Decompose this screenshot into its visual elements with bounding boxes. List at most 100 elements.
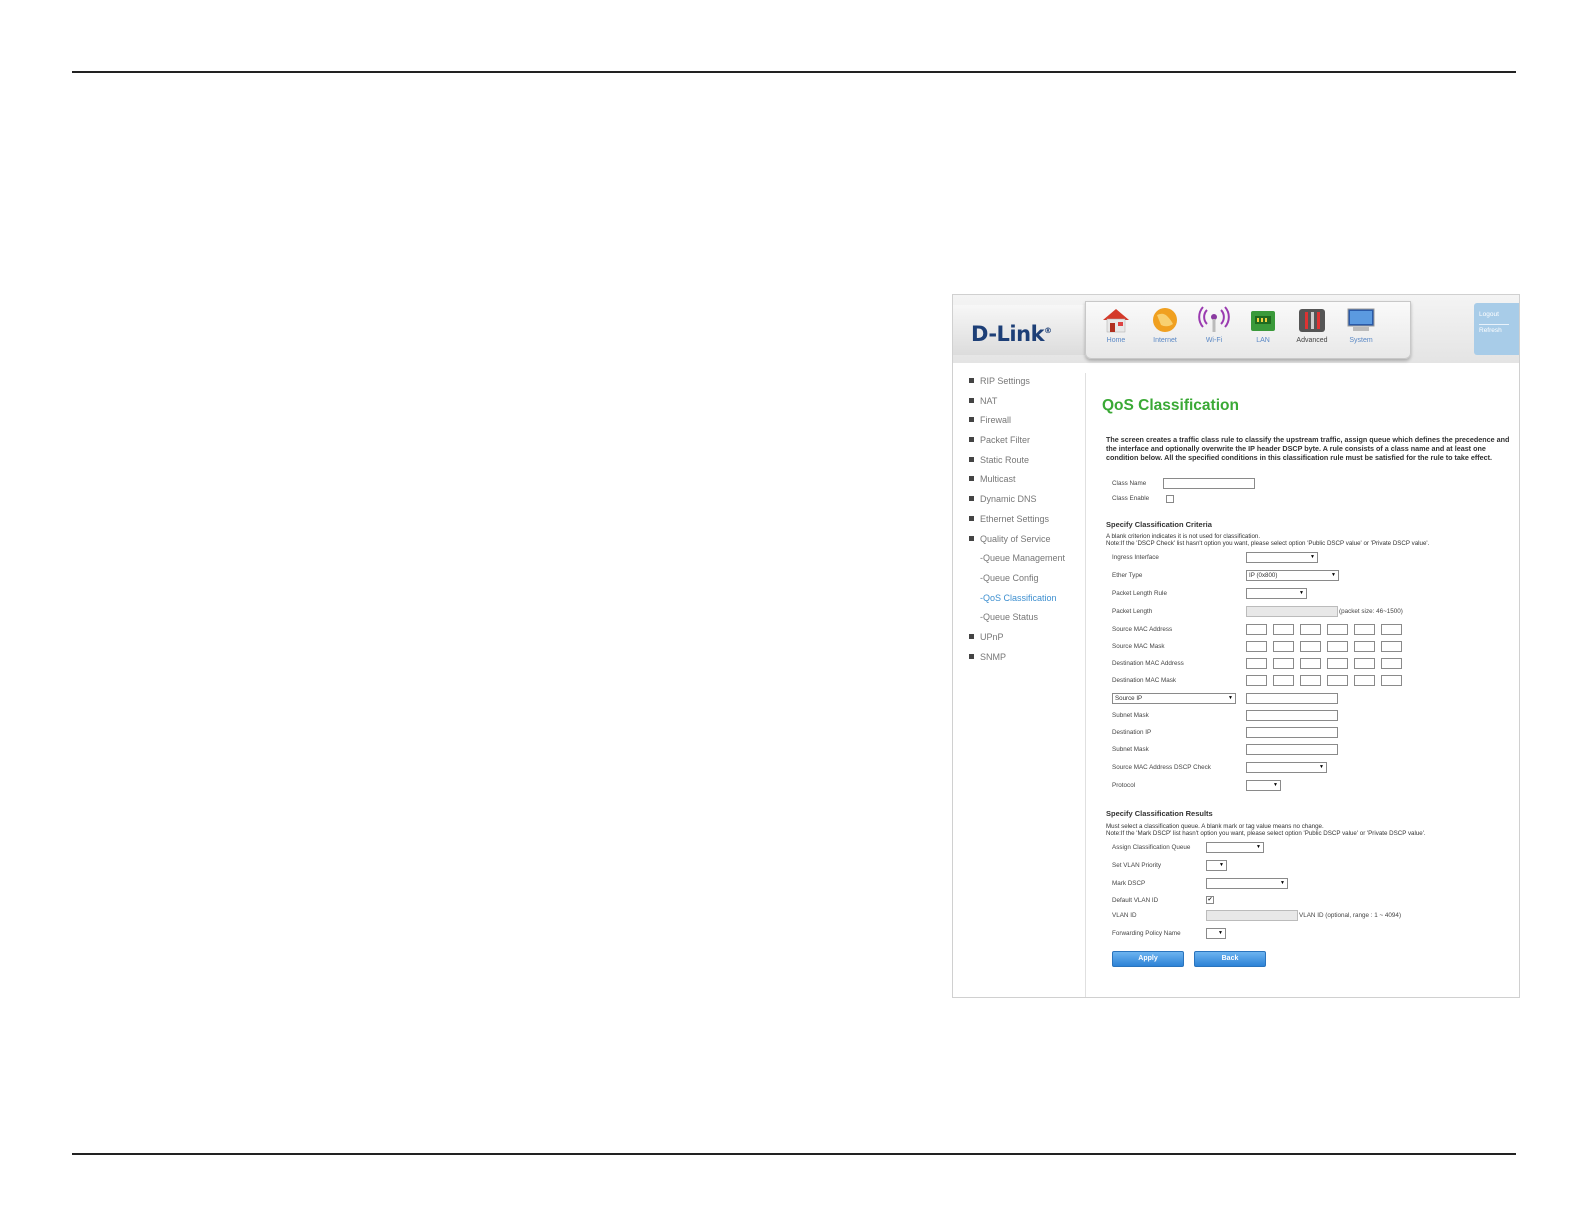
dst-mac-mask-octet[interactable]: [1381, 675, 1402, 686]
dst-mac-mask-octet[interactable]: [1273, 675, 1294, 686]
vlan-priority-select[interactable]: ▼: [1206, 860, 1227, 871]
dst-mac-octet[interactable]: [1246, 658, 1267, 669]
dropdown-arrow-icon: ▼: [1331, 572, 1336, 578]
src-mac-mask-octet[interactable]: [1354, 641, 1375, 652]
src-mac-mask-octet[interactable]: [1381, 641, 1402, 652]
bullet-icon: [969, 456, 974, 462]
menu-queue-status[interactable]: -Queue Status: [969, 611, 1085, 631]
src-ip-type-select[interactable]: Source IP ▼: [1112, 693, 1236, 704]
ingress-select[interactable]: ▼: [1246, 552, 1318, 563]
subnet-mask-2-input[interactable]: [1246, 744, 1338, 755]
side-menu: RIP Settings NAT Firewall Packet Filter …: [969, 375, 1085, 670]
nav-wifi[interactable]: Wi-Fi: [1192, 306, 1236, 354]
bullet-icon: [969, 476, 974, 482]
menu-queue-management[interactable]: -Queue Management: [969, 552, 1085, 572]
ether-type-select[interactable]: IP (0x800) ▼: [1246, 570, 1339, 581]
protocol-select[interactable]: ▼: [1246, 780, 1281, 791]
top-rule: [72, 71, 1516, 73]
bullet-icon: [969, 535, 974, 541]
dst-mac-octet[interactable]: [1300, 658, 1321, 669]
nav-system[interactable]: System: [1339, 306, 1383, 354]
apply-button[interactable]: Apply: [1112, 951, 1184, 967]
bullet-icon: [969, 417, 974, 423]
nav-wifi-label: Wi-Fi: [1205, 337, 1223, 344]
ingress-label: Ingress Interface: [1112, 554, 1159, 561]
mark-dscp-select[interactable]: ▼: [1206, 878, 1288, 889]
menu-upnp[interactable]: UPnP: [969, 631, 1085, 651]
default-vlan-checkbox[interactable]: ✔: [1206, 896, 1214, 904]
dropdown-arrow-icon: ▼: [1228, 695, 1233, 701]
assign-queue-select[interactable]: ▼: [1206, 842, 1264, 853]
pkt-len-rule-select[interactable]: ▼: [1246, 588, 1307, 599]
dst-mac-mask-octet[interactable]: [1246, 675, 1267, 686]
src-mac-octet[interactable]: [1381, 624, 1402, 635]
back-button[interactable]: Back: [1194, 951, 1266, 967]
menu-nat[interactable]: NAT: [969, 395, 1085, 415]
dst-mac-octet[interactable]: [1354, 658, 1375, 669]
src-mac-mask-octet[interactable]: [1300, 641, 1321, 652]
dst-mac-mask-octet[interactable]: [1300, 675, 1321, 686]
subnet-mask-1-input[interactable]: [1246, 710, 1338, 721]
class-name-input[interactable]: [1163, 478, 1255, 489]
menu-multicast[interactable]: Multicast: [969, 473, 1085, 493]
menu-snmp[interactable]: SNMP: [969, 651, 1085, 671]
nav-home[interactable]: Home: [1094, 306, 1138, 354]
wifi-icon: [1198, 306, 1230, 332]
mark-dscp-label: Mark DSCP: [1112, 880, 1146, 887]
dst-ip-input[interactable]: [1246, 727, 1338, 738]
dst-mac-octet[interactable]: [1273, 658, 1294, 669]
dst-mac-octet[interactable]: [1327, 658, 1348, 669]
default-vlan-label: Default VLAN ID: [1112, 897, 1159, 904]
menu-ethernet-settings[interactable]: Ethernet Settings: [969, 513, 1085, 533]
menu-packet-filter[interactable]: Packet Filter: [969, 434, 1085, 454]
main-nav: Home Internet Wi-Fi LAN Advanced System: [1085, 301, 1411, 359]
dscp-check-select[interactable]: ▼: [1246, 762, 1327, 773]
menu-rip-settings[interactable]: RIP Settings: [969, 375, 1085, 395]
pkt-len-hint: (packet size: 46~1500): [1339, 608, 1403, 615]
nav-advanced[interactable]: Advanced: [1290, 306, 1334, 354]
menu-qos-classification[interactable]: -QoS Classification: [969, 592, 1085, 612]
dropdown-arrow-icon: ▼: [1319, 764, 1324, 770]
nav-lan-label: LAN: [1256, 337, 1270, 344]
nav-lan[interactable]: LAN: [1241, 306, 1285, 354]
src-mac-octet[interactable]: [1354, 624, 1375, 635]
home-icon: [1103, 309, 1129, 333]
bottom-rule: [72, 1153, 1516, 1155]
dst-mac-mask-octet[interactable]: [1327, 675, 1348, 686]
src-mac-octet[interactable]: [1327, 624, 1348, 635]
menu-dynamic-dns[interactable]: Dynamic DNS: [969, 493, 1085, 513]
account-links: Logout Refresh: [1474, 303, 1519, 355]
dst-mac-mask-octet[interactable]: [1354, 675, 1375, 686]
fwd-policy-select[interactable]: ▼: [1206, 928, 1226, 939]
dropdown-arrow-icon: ▼: [1219, 862, 1224, 868]
src-mac-mask-octet[interactable]: [1273, 641, 1294, 652]
bullet-icon: [969, 378, 974, 383]
pkt-len-input[interactable]: [1246, 606, 1338, 617]
ether-type-label: Ether Type: [1112, 572, 1143, 579]
menu-queue-config[interactable]: -Queue Config: [969, 572, 1085, 592]
src-mac-mask-octet[interactable]: [1246, 641, 1267, 652]
nav-system-label: System: [1349, 337, 1373, 344]
class-enable-checkbox[interactable]: [1166, 495, 1174, 503]
dscp-check-label: Source MAC Address DSCP Check: [1112, 764, 1211, 771]
menu-static-route[interactable]: Static Route: [969, 454, 1085, 474]
src-mac-mask-octet[interactable]: [1327, 641, 1348, 652]
assign-queue-label: Assign Classification Queue: [1112, 844, 1191, 851]
dst-mac-octet[interactable]: [1381, 658, 1402, 669]
dlink-logo: D-Link®: [971, 322, 1052, 346]
nav-internet[interactable]: Internet: [1143, 306, 1187, 354]
src-ip-input[interactable]: [1246, 693, 1338, 704]
vlan-id-input[interactable]: [1206, 910, 1298, 921]
tools-icon: [1299, 309, 1325, 332]
src-mac-octet[interactable]: [1246, 624, 1267, 635]
logout-link[interactable]: Logout: [1479, 311, 1519, 318]
dropdown-arrow-icon: ▼: [1218, 930, 1223, 936]
nav-advanced-label: Advanced: [1296, 337, 1328, 344]
menu-quality-of-service[interactable]: Quality of Service: [969, 533, 1085, 553]
refresh-link[interactable]: Refresh: [1479, 324, 1509, 334]
globe-icon: [1153, 308, 1177, 332]
menu-firewall[interactable]: Firewall: [969, 414, 1085, 434]
src-mac-octet[interactable]: [1300, 624, 1321, 635]
subnet-mask-2-label: Subnet Mask: [1112, 746, 1149, 753]
src-mac-octet[interactable]: [1273, 624, 1294, 635]
